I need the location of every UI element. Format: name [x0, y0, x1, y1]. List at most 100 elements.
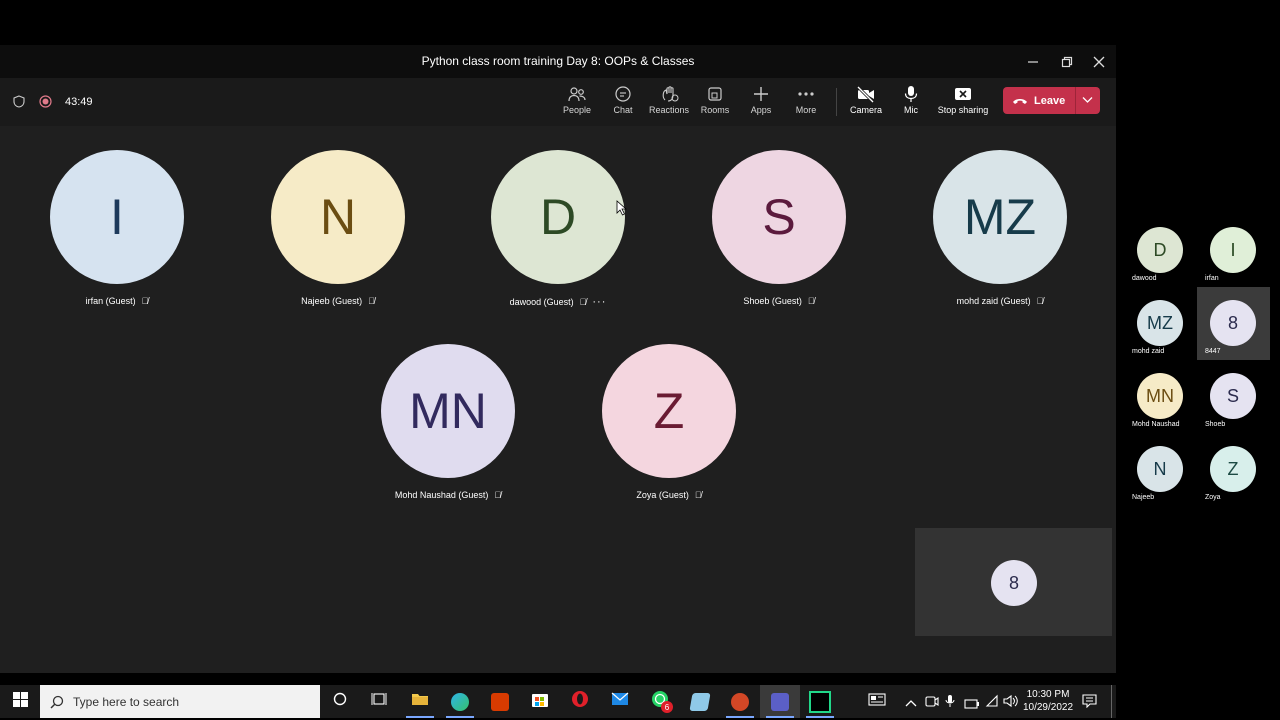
news-widget-button[interactable]	[857, 685, 897, 718]
taskbar-search[interactable]: Type here to search	[40, 685, 320, 718]
mic-muted-icon: 🎙̸	[141, 296, 149, 306]
side-name: Najeeb	[1132, 494, 1155, 501]
more-options-icon[interactable]: ···	[592, 296, 606, 308]
taskbar-app-office[interactable]	[480, 685, 520, 718]
participant-label: Mohd Naushad (Guest) 🎙̸	[394, 490, 502, 500]
teams-window: Python class room training Day 8: OOPs &…	[0, 45, 1116, 718]
participant-stage: I irfan (Guest) 🎙̸ N Najeeb (Guest) 🎙̸ D d…	[0, 126, 1116, 639]
windows-taskbar: Type here to search 6 10:30 PM 10/29/202…	[0, 685, 1116, 718]
side-avatar[interactable]: MN	[1137, 373, 1183, 419]
taskbar-app-notepad[interactable]	[680, 685, 720, 718]
stop-sharing-button[interactable]: Stop sharing	[934, 83, 992, 123]
teams-icon	[771, 692, 789, 711]
meeting-timer: 43:49	[65, 96, 93, 108]
rooms-button[interactable]: Rooms	[697, 83, 733, 123]
start-button[interactable]	[0, 685, 40, 718]
participant-avatar[interactable]: D	[491, 150, 625, 284]
clock[interactable]: 10:30 PM 10/29/2022	[1020, 688, 1076, 714]
mic-muted-icon: 🎙̸	[368, 296, 375, 306]
side-name: irfan	[1205, 275, 1219, 282]
more-icon	[797, 83, 815, 105]
side-avatar[interactable]: Z	[1210, 446, 1256, 492]
participant-label: Shoeb (Guest) 🎙̸	[743, 296, 815, 306]
people-button[interactable]: People	[560, 83, 594, 123]
taskbar-app-file-explorer[interactable]	[400, 685, 440, 718]
news-icon	[868, 692, 886, 711]
taskbar-app-teams[interactable]	[760, 685, 800, 718]
participant-avatar[interactable]: MN	[381, 344, 515, 478]
taskbar-app-store[interactable]	[520, 685, 560, 718]
close-button[interactable]	[1082, 45, 1116, 78]
rooms-icon	[706, 83, 724, 105]
battery-icon[interactable]	[964, 696, 980, 714]
mic-button[interactable]: Mic	[896, 83, 926, 123]
participant-label: Najeeb (Guest) 🎙̸	[301, 296, 375, 306]
mouse-cursor-icon	[616, 200, 628, 221]
self-avatar: 8	[991, 560, 1037, 606]
plus-icon	[752, 83, 770, 105]
leave-button[interactable]: Leave	[1003, 87, 1100, 114]
taskbar-app-pycharm[interactable]	[800, 685, 840, 718]
camera-button[interactable]: Camera	[848, 83, 884, 123]
apps-button[interactable]: Apps	[744, 83, 778, 123]
folder-icon	[411, 692, 429, 711]
side-avatar[interactable]: D	[1137, 227, 1183, 273]
participant-avatar[interactable]: MZ	[933, 150, 1067, 284]
participant-avatar[interactable]: I	[50, 150, 184, 284]
minimize-button[interactable]	[1016, 45, 1050, 78]
microphone-tray-icon[interactable]	[945, 694, 955, 713]
participant-avatar[interactable]: N	[271, 150, 405, 284]
action-center-button[interactable]	[1082, 694, 1097, 713]
taskbar-app-opera[interactable]	[560, 685, 600, 718]
reactions-icon	[659, 83, 679, 105]
taskbar-app-powerpoint[interactable]	[720, 685, 760, 718]
taskbar-app-edge[interactable]	[440, 685, 480, 718]
participant-label: irfan (Guest) 🎙̸	[85, 296, 149, 306]
chat-button[interactable]: Chat	[606, 83, 640, 123]
volume-icon[interactable]	[1003, 694, 1019, 713]
chevron-down-icon[interactable]	[1082, 96, 1093, 104]
side-name: dawood	[1132, 275, 1157, 282]
recording-icon	[39, 95, 52, 113]
cortana-button[interactable]	[320, 685, 360, 718]
self-preview-tile[interactable]: 8	[915, 528, 1112, 636]
side-avatar[interactable]: S	[1210, 373, 1256, 419]
side-avatar[interactable]: MZ	[1137, 300, 1183, 346]
cortana-icon	[333, 692, 347, 711]
participant-avatar[interactable]: Z	[602, 344, 736, 478]
participant-label: Zoya (Guest) 🎙̸	[636, 490, 702, 500]
side-avatar[interactable]: I	[1210, 227, 1256, 273]
taskbar-app-mail[interactable]	[600, 685, 640, 718]
wifi-icon[interactable]	[985, 694, 999, 713]
show-desktop-button[interactable]	[1111, 685, 1117, 718]
search-icon	[50, 695, 64, 709]
toolbar-divider	[836, 88, 837, 116]
participant-avatar[interactable]: S	[712, 150, 846, 284]
show-hidden-icons-button[interactable]	[905, 696, 917, 714]
notepad-icon	[689, 692, 711, 711]
mic-muted-icon: 🎙̸	[694, 490, 702, 500]
mail-icon	[611, 692, 629, 711]
search-placeholder: Type here to search	[73, 694, 180, 709]
store-icon	[531, 690, 549, 713]
clock-time: 10:30 PM	[1026, 689, 1070, 700]
title-bar: Python class room training Day 8: OOPs &…	[0, 45, 1116, 78]
shield-icon[interactable]	[13, 95, 25, 113]
mic-muted-icon: 🎙̸	[494, 490, 502, 500]
meet-now-icon[interactable]	[925, 695, 939, 713]
restore-button[interactable]	[1050, 45, 1084, 78]
reactions-button[interactable]: Reactions	[646, 83, 692, 123]
opera-icon	[571, 690, 589, 713]
more-button[interactable]: More	[789, 83, 823, 123]
side-avatar[interactable]: N	[1137, 446, 1183, 492]
taskbar-app-whatsapp[interactable]: 6	[640, 685, 680, 718]
mic-muted-icon: 🎙̸	[1036, 296, 1044, 306]
side-name: 8447	[1205, 348, 1221, 355]
notification-icon	[1082, 694, 1097, 712]
side-avatar[interactable]: 8	[1210, 300, 1256, 346]
task-view-button[interactable]	[359, 685, 399, 718]
camera-off-icon	[856, 83, 876, 105]
side-name: mohd zaid	[1132, 348, 1165, 355]
windows-logo-icon	[12, 691, 28, 712]
clock-date: 10/29/2022	[1022, 702, 1074, 713]
